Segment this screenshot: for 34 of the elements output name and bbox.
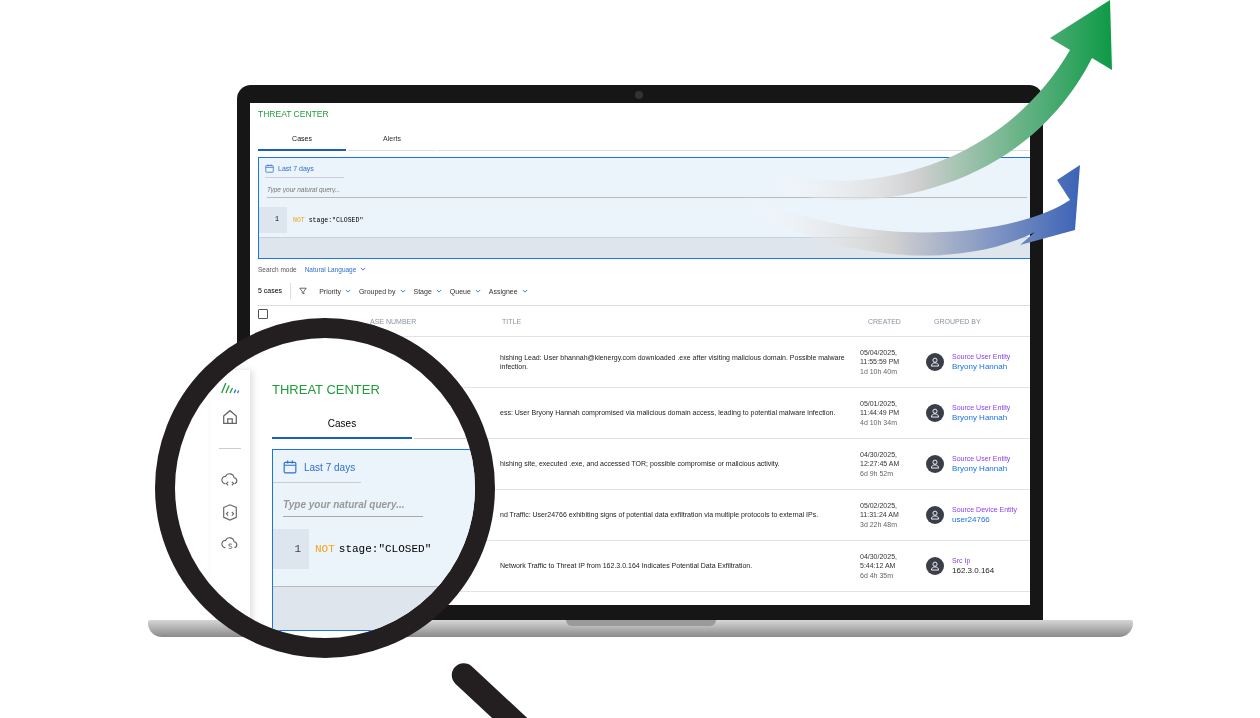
avatar-icon: [926, 557, 944, 575]
app-title: THREAT CENTER: [272, 382, 381, 397]
group-link[interactable]: user24766: [952, 515, 1017, 524]
query-editor[interactable]: 1 NOT stage:"CLOSED": [273, 529, 434, 569]
tab[interactable]: Cases: [272, 411, 412, 439]
box-code-icon[interactable]: [221, 503, 239, 521]
avatar-icon: [926, 455, 944, 473]
calendar-icon: [283, 460, 297, 474]
calendar-icon: [265, 163, 274, 173]
logo-icon: [220, 382, 240, 394]
home-icon[interactable]: [221, 408, 239, 426]
query-keyword: NOT: [315, 543, 335, 555]
group-value: 162.3.0.164: [952, 566, 995, 575]
natural-query-field[interactable]: Type your natural query...: [283, 497, 423, 517]
group-link[interactable]: Bryony Hannah: [952, 464, 1011, 473]
select-all-checkbox[interactable]: [258, 309, 268, 319]
group-link[interactable]: Bryony Hannah: [952, 362, 1011, 371]
camera-icon: [635, 91, 643, 99]
query-text: stage:"CLOSED": [338, 543, 432, 555]
chevron-icon: [521, 289, 528, 293]
group-link[interactable]: Bryony Hannah: [952, 413, 1011, 422]
line-number: 1: [273, 529, 309, 569]
app-title: THREAT CENTER: [257, 108, 330, 121]
chevron-icon: [435, 289, 442, 293]
chevron-icon: [344, 289, 351, 293]
chevron-icon: [474, 289, 481, 293]
cloud-code-icon[interactable]: [221, 471, 239, 489]
avatar-icon: [926, 506, 944, 524]
filter-icon[interactable]: [299, 287, 308, 295]
chevron-icon: [360, 267, 367, 271]
chevron-icon: [399, 289, 406, 293]
avatar-icon: [926, 404, 944, 422]
avatar-icon: [926, 353, 944, 371]
date-range-button[interactable]: Last 7 days: [273, 450, 361, 483]
